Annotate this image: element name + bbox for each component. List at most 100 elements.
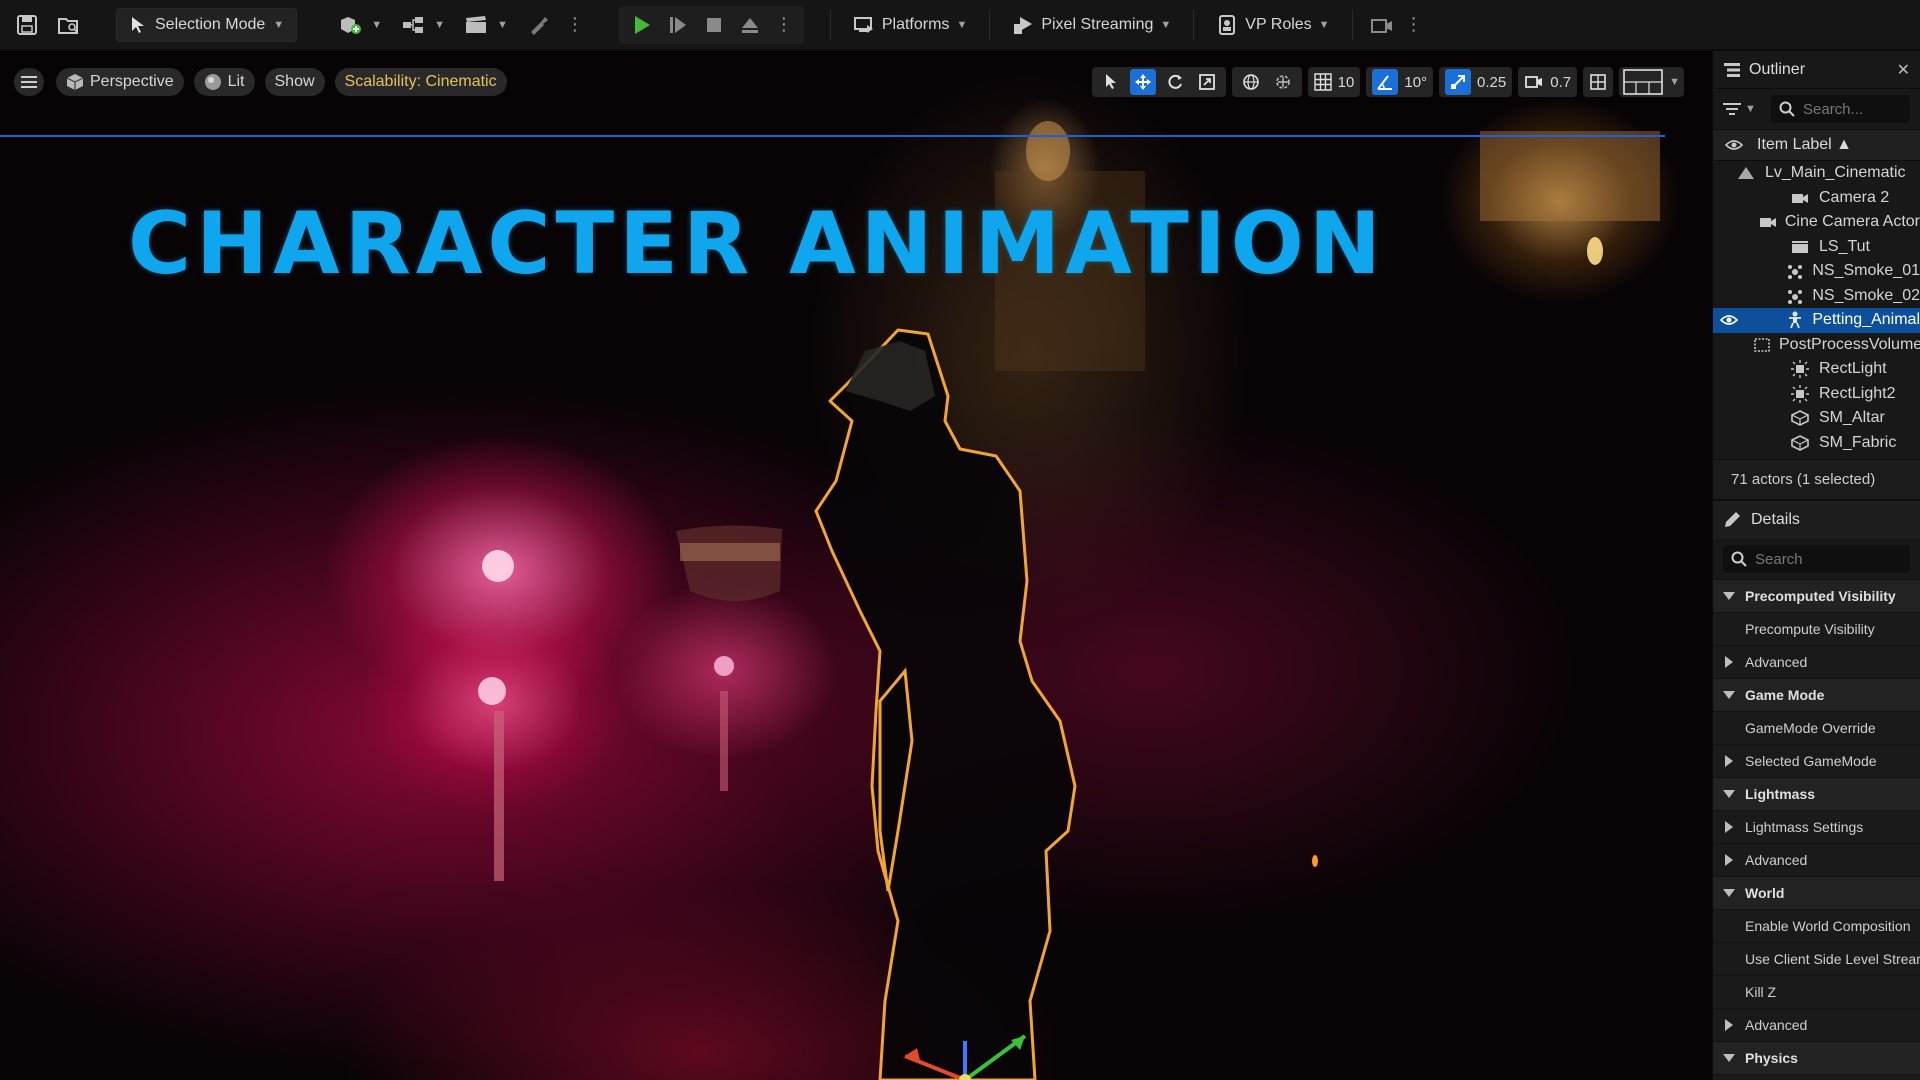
translate-tool-icon[interactable]	[1129, 69, 1156, 95]
background-vase	[1026, 121, 1070, 181]
rotation-snap-control[interactable]: 10°	[1366, 67, 1434, 97]
scalability-button[interactable]: Scalability: Cinematic	[334, 68, 507, 96]
chevron-down-icon: ▼	[1160, 18, 1172, 31]
save-icon[interactable]	[10, 8, 44, 42]
outliner-tree: Lv_Main_Cinematic Camera 2 Cine Camera Ac…	[1713, 161, 1920, 459]
stop-icon[interactable]	[697, 8, 731, 42]
details-property[interactable]: Kill Z	[1713, 975, 1920, 1008]
play-options-icon[interactable]: ⋮	[769, 14, 798, 35]
blueprint-icon[interactable]	[396, 8, 430, 42]
volume-icon	[1753, 336, 1771, 354]
close-icon[interactable]: ✕	[1897, 60, 1910, 80]
world-space-icon[interactable]	[1238, 69, 1264, 95]
pixel-streaming-label: Pixel Streaming	[1041, 15, 1154, 33]
visibility-eye-icon[interactable]	[1713, 314, 1745, 326]
sequence-icon	[1789, 238, 1811, 256]
ember-spark	[1312, 855, 1318, 867]
outliner-search-input[interactable]: Search...	[1771, 95, 1910, 123]
hamburger-icon	[21, 76, 37, 88]
details-property[interactable]: GameMode Override	[1713, 711, 1920, 744]
outliner-item[interactable]: NS_Smoke_01	[1713, 259, 1920, 284]
pixel-streaming-menu[interactable]: Pixel Streaming ▼	[998, 6, 1185, 44]
scale-tool-icon[interactable]	[1194, 69, 1220, 95]
perspective-button[interactable]: Perspective	[56, 68, 184, 96]
camera-speed-control[interactable]: 0.7	[1518, 67, 1578, 97]
level-viewport[interactable]: CHARACTER ANIMATION Perspective Lit Show…	[0, 51, 1712, 1080]
viewport-focus-line	[0, 135, 1665, 137]
modeling-tools-icon[interactable]	[522, 8, 556, 42]
outliner-item[interactable]: LS_Tut	[1713, 235, 1920, 260]
select-tool-icon[interactable]	[1098, 69, 1124, 95]
cinematics-icon[interactable]	[459, 8, 493, 42]
grid-snap-control[interactable]: 10	[1307, 67, 1361, 97]
viewport-menu-button[interactable]	[14, 68, 44, 96]
camera-icon	[1789, 189, 1811, 207]
selected-character-outline[interactable]	[814, 328, 1077, 1080]
selection-mode-dropdown[interactable]: Selection Mode ▼	[116, 7, 298, 42]
outliner-tab[interactable]: Outliner ✕	[1713, 51, 1920, 89]
main-toolbar: Selection Mode ▼ ▼ ▼ ▼ ⋮ ⋮ Platforms ▼ P…	[0, 0, 1920, 50]
selection-mode-label: Selection Mode	[155, 15, 266, 33]
outliner-item[interactable]: Camera 2	[1713, 186, 1920, 211]
details-subsection[interactable]: Selected GameMode	[1713, 744, 1920, 777]
outliner-item-label: PostProcessVolume	[1779, 335, 1920, 353]
outliner-item[interactable]: NS_Smoke_02	[1713, 284, 1920, 309]
show-button[interactable]: Show	[264, 68, 325, 96]
details-subsection[interactable]: Advanced	[1713, 843, 1920, 876]
details-category[interactable]: Precomputed Visibility	[1713, 579, 1920, 612]
details-category[interactable]: World	[1713, 876, 1920, 909]
details-property[interactable]: Use Client Side Level Streaming Volumes	[1713, 942, 1920, 975]
scale-snap-control[interactable]: 0.25	[1439, 67, 1513, 97]
step-forward-icon[interactable]	[661, 8, 695, 42]
item-label-column[interactable]: Item Label ▲	[1713, 129, 1920, 161]
viewport-right-tools: 10 10° 0.25 0.7 ▼	[1091, 65, 1684, 99]
outliner-item[interactable]: RectLight2	[1713, 382, 1920, 407]
filter-icon[interactable]: ▼	[1723, 102, 1763, 116]
platforms-menu[interactable]: Platforms ▼	[839, 6, 981, 44]
maximize-viewport-button[interactable]	[1583, 67, 1614, 97]
overlay-title: CHARACTER ANIMATION	[128, 194, 1386, 294]
outliner-item[interactable]: Petting_Animal	[1713, 308, 1920, 333]
virtual-camera-icon[interactable]	[1365, 8, 1399, 42]
light-icon	[1789, 384, 1811, 403]
coordinate-tools	[1231, 67, 1302, 97]
details-subsection[interactable]: Advanced	[1713, 645, 1920, 678]
layout-dropdown[interactable]: ▼	[1619, 67, 1684, 97]
outliner-root-level[interactable]: Lv_Main_Cinematic	[1713, 161, 1920, 186]
outliner-item[interactable]: PostProcessVolume	[1713, 333, 1920, 358]
viewport-toolbar: Perspective Lit Show Scalability: Cinema…	[0, 65, 1712, 99]
details-category[interactable]: Game Mode	[1713, 678, 1920, 711]
details-category[interactable]: Physics	[1713, 1041, 1920, 1074]
details-search-input[interactable]: Search	[1723, 545, 1910, 573]
details-subsection[interactable]: Advanced	[1713, 1008, 1920, 1041]
outliner-item[interactable]: SM_Fabric	[1713, 431, 1920, 456]
collapse-arrow-icon	[1725, 755, 1733, 767]
add-actor-icon[interactable]	[333, 8, 367, 42]
layout-icon	[1623, 69, 1663, 95]
details-subsection[interactable]: Lightmass Settings	[1713, 810, 1920, 843]
outliner-item[interactable]: Cine Camera Actor	[1713, 210, 1920, 235]
chevron-down-icon[interactable]: ▼	[434, 19, 445, 31]
outliner-item[interactable]: SM_Altar	[1713, 406, 1920, 431]
camera-speed-icon	[1525, 76, 1543, 88]
surface-snap-icon[interactable]	[1270, 69, 1296, 95]
details-category[interactable]: Lightmass	[1713, 777, 1920, 810]
details-property[interactable]: Enable World Composition	[1713, 909, 1920, 942]
collapse-arrow-icon	[1725, 1019, 1733, 1031]
chevron-down-icon[interactable]: ▼	[497, 19, 508, 31]
chevron-down-icon[interactable]: ▼	[371, 19, 382, 31]
outliner-item[interactable]: RectLight	[1713, 357, 1920, 382]
details-property[interactable]: Override World Gravity	[1713, 1074, 1920, 1080]
details-property[interactable]: Precompute Visibility	[1713, 612, 1920, 645]
details-tab[interactable]: Details	[1713, 499, 1920, 539]
toolbar-more-icon[interactable]: ⋮	[1399, 14, 1428, 35]
rotation-snap-icon	[1372, 69, 1399, 95]
play-icon[interactable]	[625, 8, 659, 42]
lit-button[interactable]: Lit	[193, 68, 255, 96]
rotate-tool-icon[interactable]	[1162, 69, 1188, 95]
more-options-icon[interactable]: ⋮	[560, 14, 589, 35]
vp-roles-menu[interactable]: VP Roles ▼	[1202, 6, 1343, 44]
content-browser-icon[interactable]	[52, 8, 86, 42]
outliner-item-label: Petting_Animal	[1812, 311, 1920, 329]
eject-icon[interactable]	[733, 8, 767, 42]
